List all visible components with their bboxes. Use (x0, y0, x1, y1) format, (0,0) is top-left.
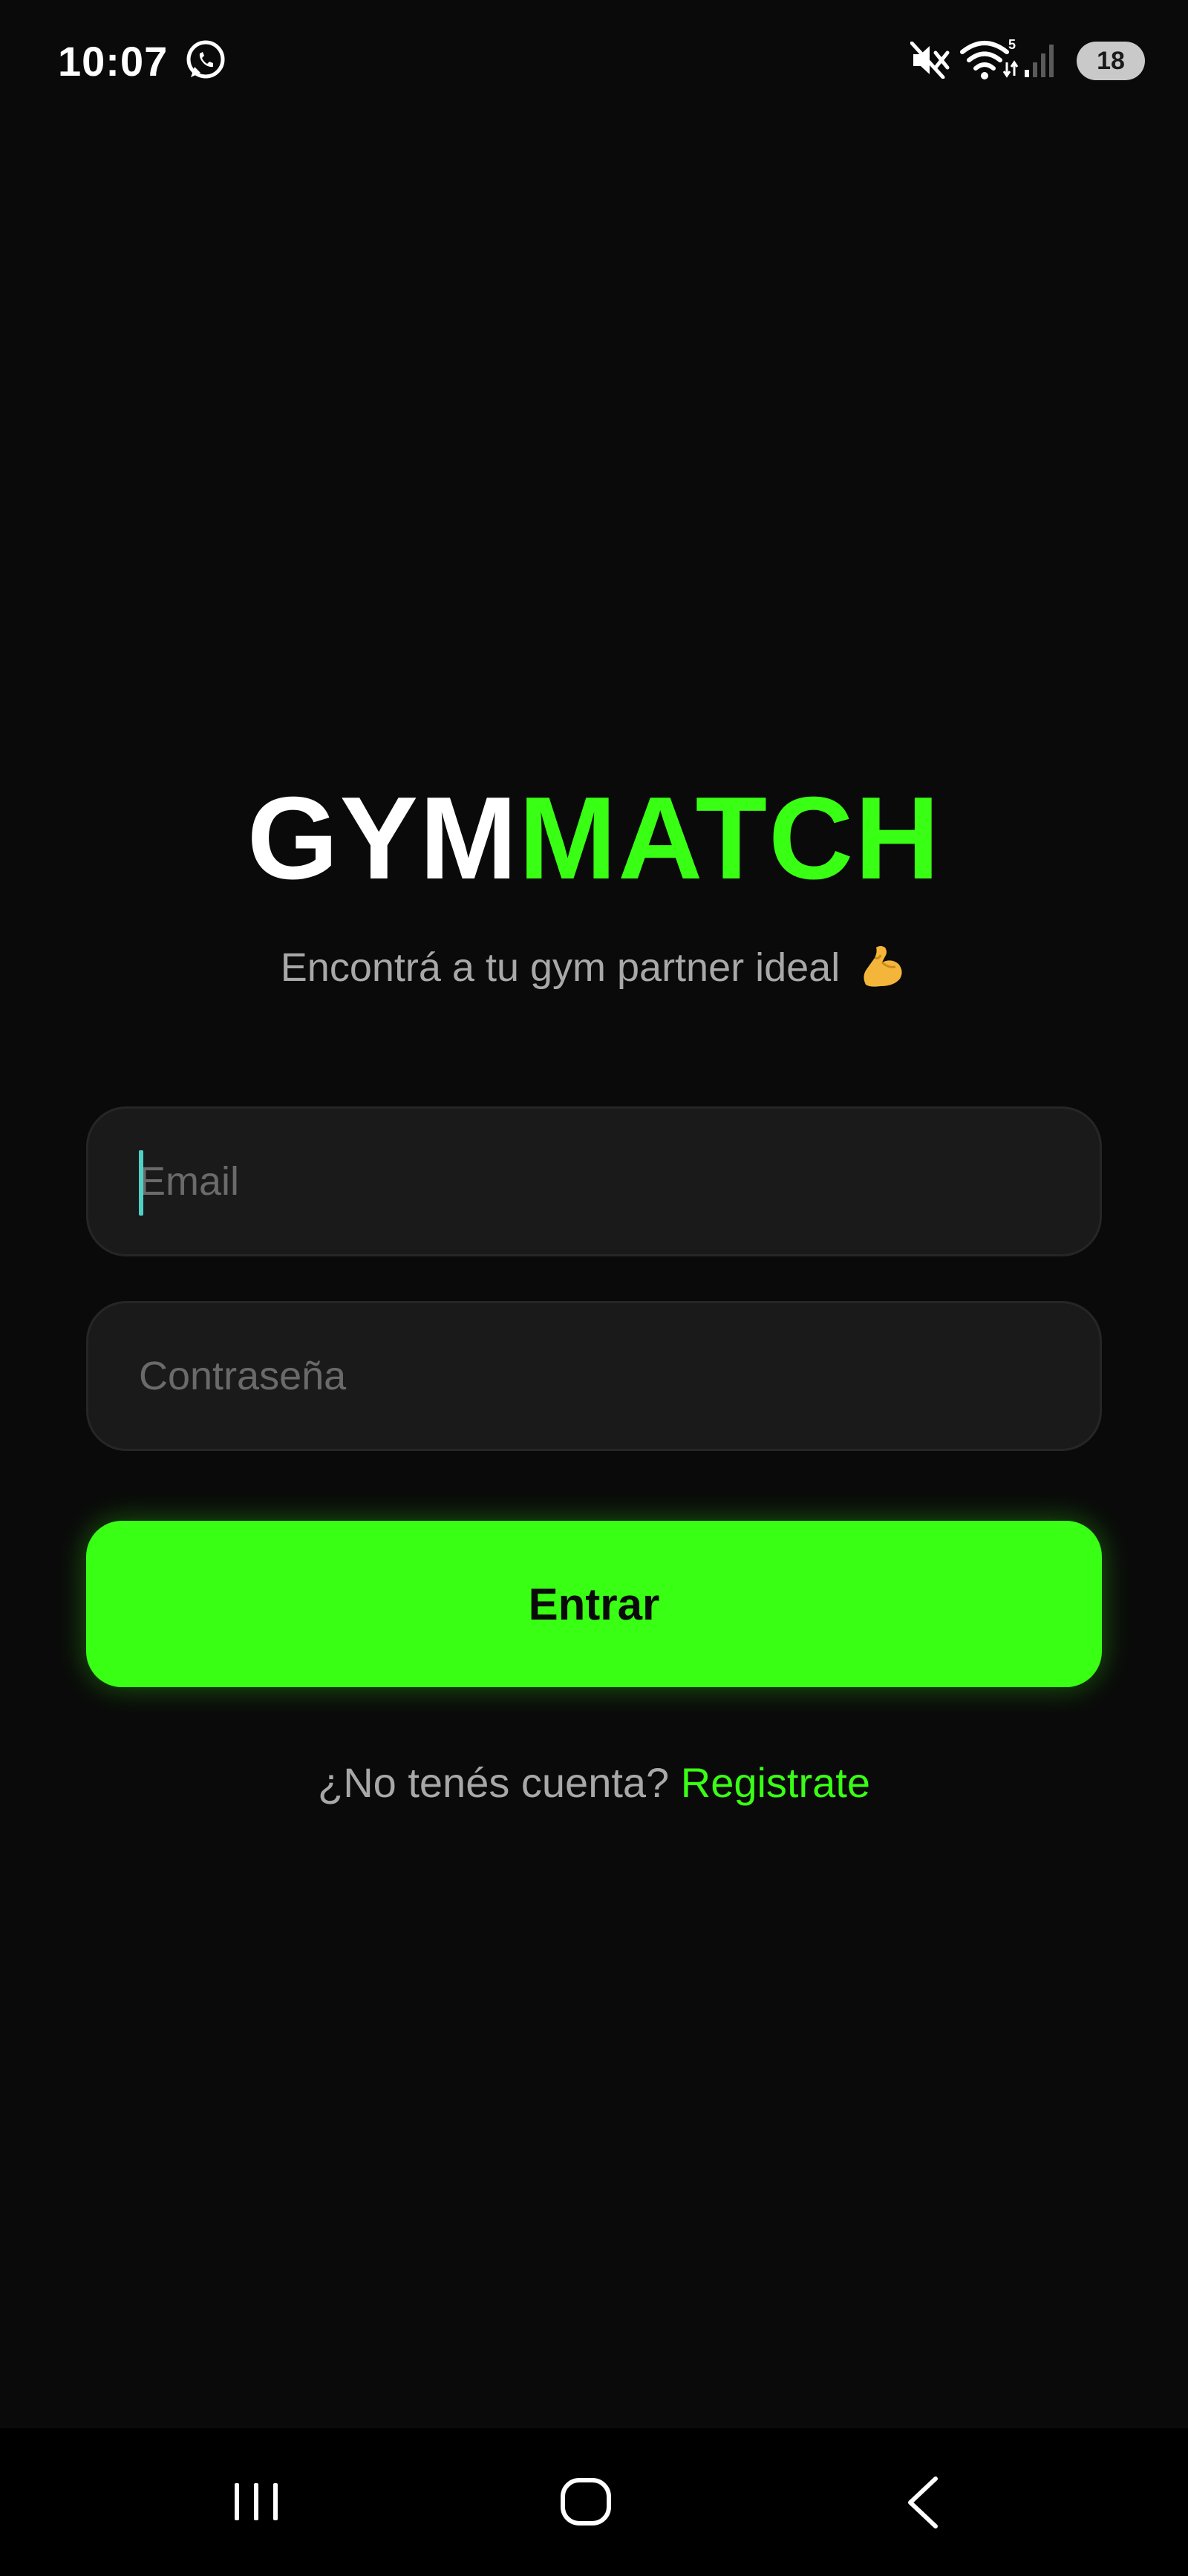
logo-text-match: MATCH (518, 773, 941, 904)
wifi-icon: 5 (960, 37, 1019, 79)
register-link[interactable]: Registrate (681, 1759, 870, 1806)
mute-icon (910, 42, 950, 79)
email-input[interactable] (88, 1109, 1100, 1254)
recents-icon[interactable] (230, 2476, 282, 2528)
email-field[interactable] (86, 1106, 1102, 1256)
status-bar: 10:07 5 18 (0, 0, 1188, 126)
password-field[interactable] (86, 1301, 1102, 1451)
battery-badge: 18 (1077, 42, 1145, 80)
svg-text:5: 5 (1008, 37, 1016, 52)
status-time: 10:07 (58, 38, 169, 85)
register-prompt-text: ¿No tenés cuenta? (318, 1759, 670, 1806)
whatsapp-icon (186, 40, 225, 79)
logo-text-gym: GYM (247, 773, 519, 904)
tagline: Encontrá a tu gym partner ideal (0, 945, 1188, 995)
signal-icon (1025, 45, 1054, 77)
flexed-biceps-icon (864, 945, 902, 987)
register-prompt: ¿No tenés cuenta? Registrate (0, 1758, 1188, 1807)
back-icon[interactable] (901, 2474, 946, 2531)
tagline-text: Encontrá a tu gym partner ideal (280, 945, 841, 990)
text-caret (139, 1150, 143, 1216)
navigation-bar (0, 2428, 1188, 2576)
login-button[interactable]: Entrar (86, 1521, 1102, 1687)
password-input[interactable] (88, 1303, 1100, 1449)
app-logo: GYMMATCH (0, 780, 1188, 897)
home-icon[interactable] (558, 2474, 613, 2529)
